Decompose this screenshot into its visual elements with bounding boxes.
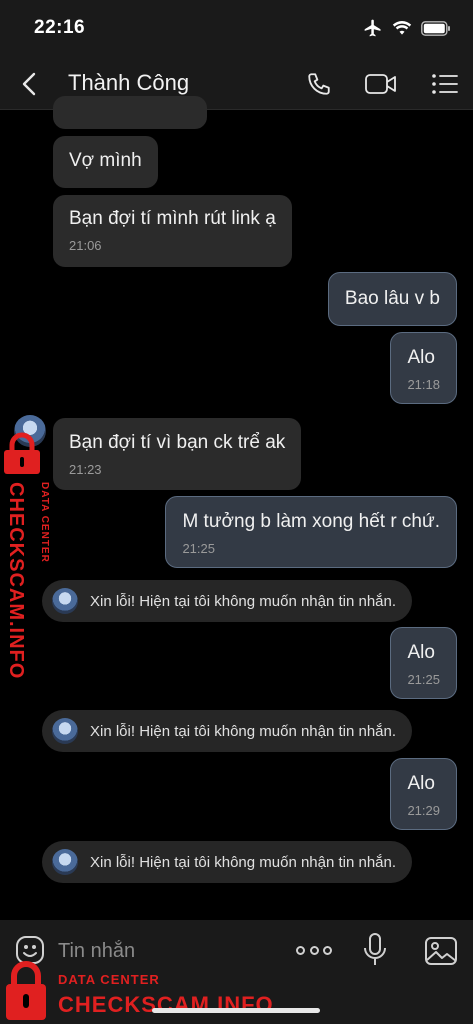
watermark-main-text: CHECKSCAM.INFO [58,992,274,1017]
contact-avatar-small [52,588,78,614]
message-time: 21:18 [407,377,440,392]
back-icon [22,72,36,96]
contact-avatar-small [52,849,78,875]
more-icon[interactable] [296,940,332,960]
watermark-sub-text: DATA CENTER [58,972,160,987]
contact-name[interactable]: Thành Công [68,70,189,96]
message-bubble-partial[interactable] [53,96,207,129]
contact-avatar-small [52,718,78,744]
system-notice-text: Xin lỗi! Hiện tại tôi không muốn nhận ti… [90,722,397,740]
message-text: Alo [407,642,435,663]
message-bubble-incoming[interactable]: Bạn đợi tí vì bạn ck trể ak 21:23 [53,418,302,490]
status-time: 22:16 [34,17,86,38]
message-bubble-incoming[interactable]: Vợ mình [53,136,158,188]
system-notice: Xin lỗi! Hiện tại tôi không muốn nhận ti… [42,580,413,622]
message-text: Alo [407,347,435,368]
video-call-button[interactable] [363,68,399,100]
system-notice: Xin lỗi! Hiện tại tôi không muốn nhận ti… [42,841,413,883]
menu-list-icon [432,74,458,94]
message-text: Bao lâu v b [344,288,440,309]
message-time: 21:25 [182,541,215,556]
watermark-lock-icon [6,961,46,1020]
message-time: 21:23 [69,462,102,477]
video-call-icon [365,74,396,94]
message-bubble-outgoing[interactable]: Alo 21:25 [390,627,457,699]
home-indicator[interactable] [152,1008,320,1013]
system-notice-text: Xin lỗi! Hiện tại tôi không muốn nhận ti… [90,592,397,610]
phone-icon [308,73,330,95]
airplane-icon [364,19,381,37]
message-text: Alo [407,773,435,794]
wifi-icon [392,21,412,35]
message-bubble-outgoing[interactable]: Bao lâu v b [327,272,457,326]
message-time: 21:06 [69,238,102,253]
system-notice-text: Xin lỗi! Hiện tại tôi không muốn nhận ti… [90,853,397,871]
message-input-bar: DATA CENTER CHECKSCAM.INFO [0,920,473,1024]
message-bubble-outgoing[interactable]: Alo 21:18 [390,332,457,404]
microphone-icon[interactable] [362,932,388,968]
message-input[interactable] [58,936,278,966]
back-button[interactable] [14,68,44,100]
message-bubble-outgoing[interactable]: Alo 21:29 [390,758,457,830]
watermark-main-text: CHECKSCAM.INFO [5,482,27,680]
watermark-sub-text: DATA CENTER [39,482,50,563]
watermark-lock-icon [4,432,40,474]
message-time: 21:25 [407,672,440,687]
message-time: 21:29 [407,803,440,818]
message-text: Bạn đợi tí vì bạn ck trể ak [69,432,286,453]
voice-call-button[interactable] [301,68,337,100]
image-icon[interactable] [424,936,458,966]
system-notice: Xin lỗi! Hiện tại tôi không muốn nhận ti… [42,710,413,752]
message-bubble-outgoing[interactable]: M tưởng b làm xong hết r chứ. 21:25 [165,496,457,568]
status-bar: 22:16 [0,0,473,58]
message-bubble-incoming[interactable]: Bạn đợi tí mình rút link ạ 21:06 [53,195,292,267]
message-text: M tưởng b làm xong hết r chứ. [182,511,440,532]
battery-icon [421,20,450,36]
message-text: Vợ mình [69,150,142,171]
message-text: Bạn đợi tí mình rút link ạ [69,208,276,229]
menu-button[interactable] [427,68,463,100]
